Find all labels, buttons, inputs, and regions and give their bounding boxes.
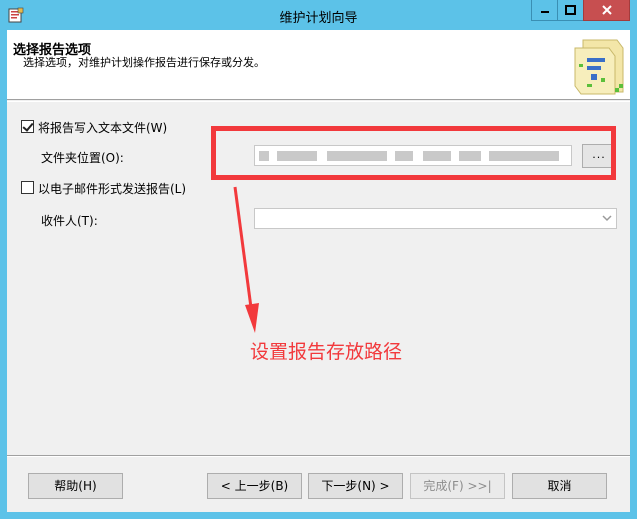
recipient-label: 收件人(T): <box>41 214 98 228</box>
page-subtitle: 选择选项，对维护计划操作报告进行保存或分发。 <box>23 56 265 69</box>
write-text-file-checkbox[interactable] <box>21 120 34 133</box>
write-text-file-label[interactable]: 将报告写入文本文件(W) <box>38 119 167 136</box>
title-bar[interactable]: 维护计划向导 <box>0 0 637 30</box>
wizard-window: 维护计划向导 选择报告选项 选择选项，对维护计划操作报告进行保存或分发。 将报告… <box>0 0 637 519</box>
recipient-select[interactable] <box>254 208 617 229</box>
folder-location-label: 文件夹位置(O): <box>41 151 124 165</box>
help-button[interactable]: 帮助(H) <box>28 473 123 499</box>
annotation-arrow <box>233 186 259 333</box>
back-button[interactable]: < 上一步(B) <box>207 473 302 499</box>
close-button[interactable] <box>583 0 630 21</box>
wizard-banner-icon <box>574 39 624 95</box>
close-icon <box>601 5 612 15</box>
cancel-button[interactable]: 取消 <box>512 473 607 499</box>
send-email-label[interactable]: 以电子邮件形式发送报告(L) <box>38 180 186 197</box>
header-divider <box>7 101 630 102</box>
send-email-checkbox[interactable] <box>21 181 34 194</box>
maximize-icon <box>565 4 576 15</box>
footer-divider-highlight <box>7 456 630 457</box>
maximize-button[interactable] <box>557 0 584 21</box>
finish-button[interactable]: 完成(F) >>| <box>410 473 505 499</box>
minimize-button[interactable] <box>531 0 558 21</box>
wizard-header: 选择报告选项 选择选项，对维护计划操作报告进行保存或分发。 <box>7 30 630 100</box>
next-button[interactable]: 下一步(N) > <box>308 473 403 499</box>
highlight-box <box>211 126 616 180</box>
wizard-client-area: 选择报告选项 选择选项，对维护计划操作报告进行保存或分发。 将报告写入文本文件(… <box>7 30 630 512</box>
annotation-text: 设置报告存放路径 <box>250 341 403 363</box>
chevron-down-icon <box>602 215 612 222</box>
minimize-icon <box>540 11 549 13</box>
